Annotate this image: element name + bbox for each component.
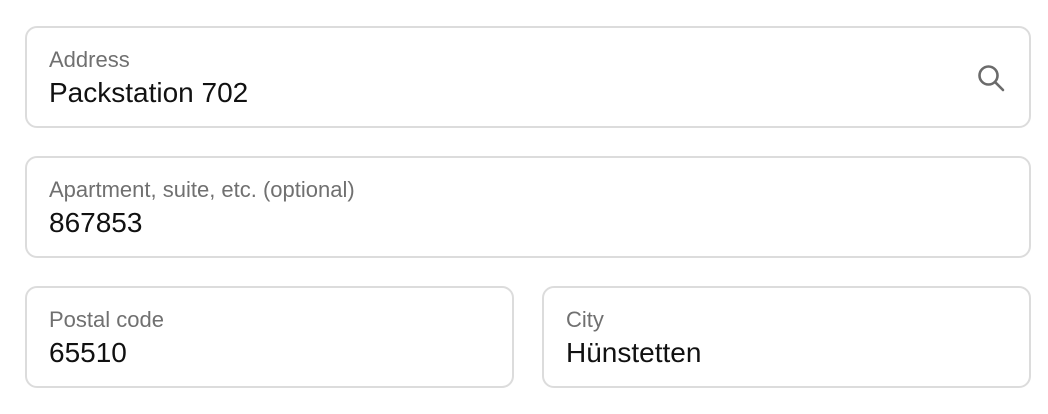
postal-code-field[interactable]: Postal code <box>25 286 514 388</box>
city-input[interactable] <box>566 336 951 370</box>
shipping-address-form: Address Apartment, suite, etc. (optional… <box>0 0 1048 414</box>
address-label: Address <box>49 47 130 72</box>
address-field[interactable]: Address <box>25 26 1031 128</box>
apartment-label: Apartment, suite, etc. (optional) <box>49 177 355 202</box>
postal-code-label: Postal code <box>49 307 164 332</box>
city-field[interactable]: City <box>542 286 1031 388</box>
postal-code-input[interactable] <box>49 336 434 370</box>
city-label: City <box>566 307 604 332</box>
apartment-field[interactable]: Apartment, suite, etc. (optional) <box>25 156 1031 258</box>
address-input[interactable] <box>49 76 951 110</box>
apartment-input[interactable] <box>49 206 951 240</box>
search-icon[interactable] <box>975 62 1007 94</box>
